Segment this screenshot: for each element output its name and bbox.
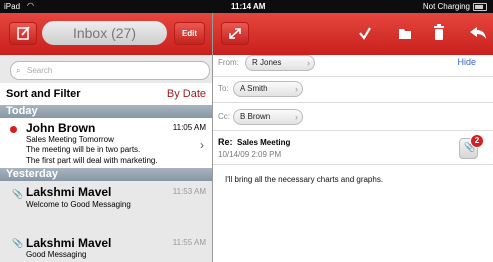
hide-link[interactable]: Hide — [457, 57, 476, 67]
message-preview-line2: The first part will deal with marketing. — [26, 156, 158, 165]
expand-button[interactable] — [221, 22, 249, 45]
to-label: To: — [218, 84, 229, 93]
message-row[interactable]: 📎 Lakshmi Mavel 11:55 AM Good Messaging — [0, 236, 212, 262]
message-preview-line1: The meeting will be in two parts. — [26, 145, 141, 154]
unread-dot-icon — [10, 126, 17, 133]
chevron-right-icon: › — [200, 138, 204, 152]
message-subject: Sales Meeting Tomorrow — [26, 135, 114, 144]
message-toolbar — [213, 13, 493, 55]
from-label: From: — [218, 58, 239, 67]
cc-contact-name: B Brown — [240, 112, 271, 121]
to-contact-name: A Smith — [240, 84, 268, 93]
sort-filter-row[interactable]: Sort and Filter By Date — [0, 83, 212, 105]
carrier-label: iPad — [4, 2, 21, 11]
message-sender: Lakshmi Mavel — [26, 236, 112, 250]
compose-button[interactable] — [9, 22, 37, 45]
message-row[interactable]: 📎 Lakshmi Mavel 11:53 AM Welcome to Good… — [0, 181, 212, 242]
inbox-panel: Inbox (27) Edit ⌕ Search Sort and Filter… — [0, 13, 213, 262]
search-placeholder: Search — [27, 66, 53, 75]
attachment-icon: 📎 — [12, 189, 24, 199]
cc-contact-chip[interactable]: B Brown › — [233, 109, 303, 125]
chevron-right-icon: › — [295, 84, 298, 94]
section-today: Today — [0, 105, 212, 118]
charging-status: Not Charging — [422, 2, 470, 11]
battery-icon — [473, 3, 487, 11]
compose-icon — [17, 26, 30, 40]
status-bar: iPad ◠ 11:14 AM Not Charging — [0, 0, 493, 13]
expand-icon — [229, 28, 241, 39]
subject-text: Sales Meeting — [237, 138, 291, 147]
from-contact-chip[interactable]: R Jones › — [245, 55, 315, 71]
search-bar: ⌕ Search — [0, 55, 212, 83]
message-detail-panel: From: R Jones › Hide To: A Smith › Cc: B… — [213, 13, 493, 262]
attachment-icon: 📎 — [12, 238, 24, 248]
to-contact-chip[interactable]: A Smith › — [233, 81, 303, 97]
subject-prefix: Re: — [218, 137, 233, 147]
to-field: To: A Smith › — [213, 76, 493, 103]
inbox-toolbar: Inbox (27) Edit — [0, 13, 212, 55]
message-time: 11:53 AM — [172, 187, 206, 196]
checkmark-icon[interactable] — [358, 25, 372, 41]
message-subject: Welcome to Good Messaging — [26, 200, 131, 209]
folder-icon[interactable] — [398, 26, 412, 40]
wifi-icon: ◠ — [27, 1, 34, 10]
section-today-label: Today — [6, 105, 38, 117]
from-field: From: R Jones › Hide — [213, 50, 493, 77]
message-body: I'll bring all the necessary charts and … — [225, 175, 384, 184]
section-yesterday: Yesterday — [0, 168, 212, 181]
attachment-count-badge: 2 — [470, 134, 484, 148]
section-yesterday-label: Yesterday — [6, 168, 58, 180]
inbox-title-button[interactable]: Inbox (27) — [42, 21, 167, 45]
search-icon: ⌕ — [16, 66, 21, 75]
subject-header: Re: Sales Meeting 10/14/09 2:09 PM 📎 2 — [213, 131, 493, 165]
search-input[interactable]: ⌕ Search — [10, 61, 210, 80]
edit-button[interactable]: Edit — [174, 22, 205, 45]
chevron-right-icon: › — [295, 112, 298, 122]
from-contact-name: R Jones — [252, 58, 282, 67]
message-sender: Lakshmi Mavel — [26, 185, 112, 199]
chevron-right-icon: › — [307, 58, 310, 68]
sort-value: By Date — [166, 88, 206, 100]
cc-label: Cc: — [218, 112, 230, 121]
message-subject: Good Messaging — [26, 250, 87, 259]
message-sender: John Brown — [26, 121, 96, 135]
clock: 11:14 AM — [231, 2, 266, 11]
message-time: 11:55 AM — [172, 238, 206, 247]
message-date: 10/14/09 2:09 PM — [218, 150, 282, 159]
sort-filter-label: Sort and Filter — [6, 88, 81, 100]
cc-field: Cc: B Brown › — [213, 103, 493, 131]
message-time: 11:05 AM — [172, 123, 206, 132]
message-row[interactable]: John Brown 11:05 AM Sales Meeting Tomorr… — [0, 118, 212, 169]
reply-icon[interactable] — [469, 26, 487, 40]
trash-icon[interactable] — [433, 24, 445, 41]
